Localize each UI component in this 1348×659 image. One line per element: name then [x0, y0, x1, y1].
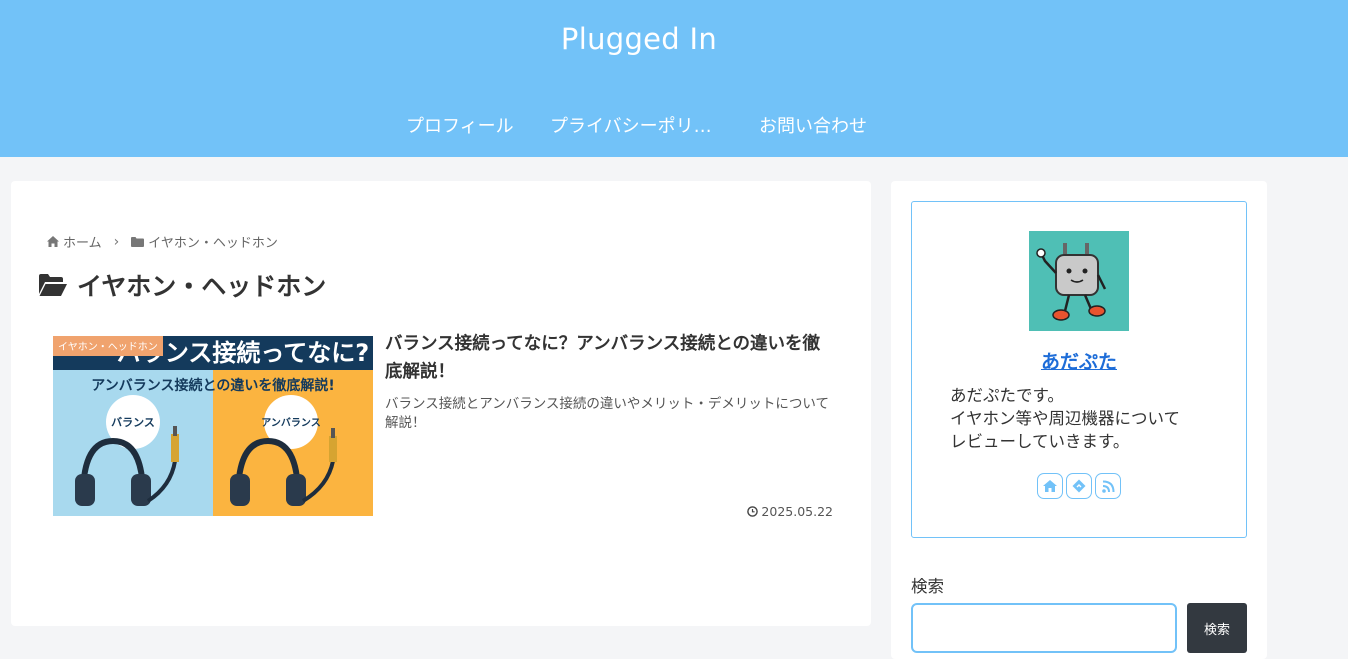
- breadcrumb-home-label: ホーム: [63, 236, 102, 251]
- entry-thumbnail[interactable]: イヤホン・ヘッドホン バランス接続ってなに? アンバランス接続との違いを徹底解説…: [53, 336, 373, 516]
- author-description-line: イヤホン等や周辺機器について: [950, 409, 1181, 428]
- author-description-line: レビューしていきます。: [950, 432, 1130, 451]
- search-input[interactable]: [911, 603, 1177, 653]
- author-description: あだぷたです。 イヤホン等や周辺機器について レビューしていきます。: [950, 384, 1240, 453]
- home-icon: [47, 236, 59, 247]
- home-link-button[interactable]: [1037, 473, 1063, 499]
- clock-icon: [747, 506, 759, 517]
- site-header: Plugged In プロフィール プライバシーポリシー お問い合わせ: [0, 0, 1348, 157]
- breadcrumb: ホーム › イヤホン・ヘッドホン: [47, 232, 278, 251]
- search-widget-title: 検索: [911, 577, 944, 596]
- sidebar: あだぷた あだぷたです。 イヤホン等や周辺機器について レビューしていきます。 …: [891, 181, 1267, 659]
- feedly-link-button[interactable]: [1066, 473, 1092, 499]
- entry-date-text: 2025.05.22: [761, 504, 833, 519]
- site-title[interactable]: Plugged In: [0, 22, 1278, 56]
- breadcrumb-category[interactable]: イヤホン・ヘッドホン: [131, 232, 278, 251]
- home-icon: [1043, 480, 1057, 492]
- global-nav: プロフィール プライバシーポリシー お問い合わせ: [0, 112, 1348, 142]
- author-name-link[interactable]: あだぷた: [912, 347, 1246, 374]
- entry-title[interactable]: バランス接続ってなに？アンバランス接続との違いを徹底解説！: [385, 330, 830, 386]
- thumbnail-left-label: バランス: [111, 416, 155, 429]
- folder-icon: [131, 236, 145, 247]
- archive-title-text: イヤホン・ヘッドホン: [77, 272, 327, 301]
- social-links: [1037, 473, 1121, 499]
- breadcrumb-category-label: イヤホン・ヘッドホン: [148, 236, 278, 251]
- author-description-line: あだぷたです。: [950, 386, 1064, 405]
- rss-icon: [1101, 480, 1114, 493]
- rss-link-button[interactable]: [1095, 473, 1121, 499]
- breadcrumb-home[interactable]: ホーム: [47, 232, 102, 251]
- entry-card[interactable]: イヤホン・ヘッドホン バランス接続ってなに? アンバランス接続との違いを徹底解説…: [53, 334, 833, 519]
- folder-open-icon: [39, 274, 67, 296]
- entry-snippet: バランス接続とアンバランス接続の違いやメリット・デメリットについて解説！: [385, 396, 830, 431]
- thumbnail-image: バランス接続ってなに? アンバランス接続との違いを徹底解説! バランス アンバラ…: [53, 336, 373, 516]
- archive-title: イヤホン・ヘッドホン: [39, 267, 326, 303]
- thumbnail-right-label: アンバランス: [261, 417, 320, 429]
- avatar: [1029, 231, 1129, 331]
- nav-item-contact[interactable]: お問い合わせ: [759, 112, 867, 138]
- search-button[interactable]: 検索: [1187, 603, 1247, 653]
- nav-item-privacy-policy[interactable]: プライバシーポリシー: [550, 112, 722, 138]
- feedly-icon: [1072, 479, 1086, 493]
- nav-item-profile[interactable]: プロフィール: [406, 112, 514, 138]
- author-profile-box: あだぷた あだぷたです。 イヤホン等や周辺機器について レビューしていきます。: [911, 201, 1247, 538]
- entry-date: 2025.05.22: [747, 504, 833, 519]
- thumbnail-subheadline: アンバランス接続との違いを徹底解説!: [91, 377, 334, 394]
- chevron-right-icon: ›: [113, 233, 120, 250]
- category-label: イヤホン・ヘッドホン: [53, 336, 163, 356]
- main-content: ホーム › イヤホン・ヘッドホン イヤホン・ヘッドホン イヤホン・ヘッドホン バ…: [11, 181, 871, 626]
